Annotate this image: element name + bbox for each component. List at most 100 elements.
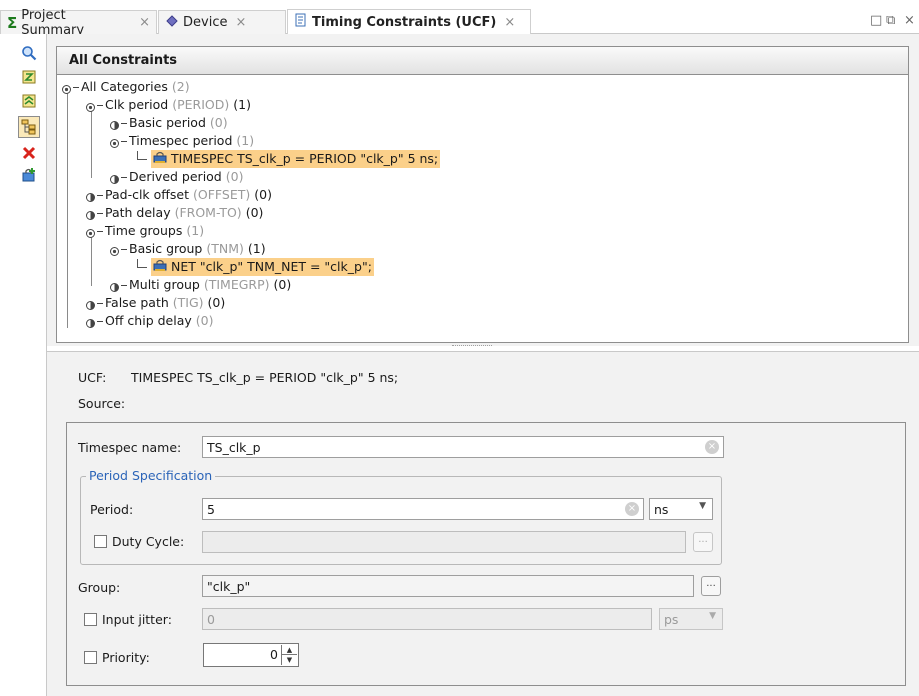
priority-spinner[interactable]: 0 ▲ ▼ [203,643,299,667]
tree-item-clk-period[interactable]: Clk period (PERIOD) (1) [85,96,251,114]
tree-item-path-delay[interactable]: Path delay (FROM-TO) (0) [85,204,263,222]
tree-item-pad-clk-offset[interactable]: Pad-clk offset (OFFSET) (0) [85,186,272,204]
tree-item-type: (PERIOD) [172,97,230,112]
tree-item-label: All Categories [81,79,168,94]
collapse-toggle-icon[interactable] [85,226,96,238]
duty-cycle-input[interactable] [202,531,686,553]
expand-toggle-icon[interactable] [109,280,120,292]
splitter-handle[interactable] [452,345,492,348]
tab-close-icon[interactable]: × [504,15,515,30]
tree-item-time-groups[interactable]: Time groups (1) [85,222,204,240]
tab-label: Timing Constraints (UCF) [312,14,497,30]
tree-item-count: (1) [186,223,205,238]
clear-icon[interactable]: × [625,502,639,516]
collapse-toggle-icon[interactable] [85,100,96,112]
tab-device[interactable]: Device × [158,10,286,34]
duty-cycle-browse-button[interactable]: ... [693,532,713,552]
group-input[interactable]: "clk_p" [202,575,694,597]
tree-item-count: (0) [195,313,214,328]
tree-item-label: Clk period [105,97,169,112]
expand-toggle-icon[interactable] [85,208,96,220]
ucf-value: TIMESPEC TS_clk_p = PERIOD "clk_p" 5 ns; [131,370,399,385]
timespec-name-input[interactable]: TS_clk_p × [202,436,724,458]
clear-icon[interactable]: × [705,440,719,454]
tab-close-icon[interactable]: × [235,15,246,30]
input-jitter-label: Input jitter: [102,612,172,627]
tree-item-label: Basic group [129,241,203,256]
expand-toggle-icon[interactable] [109,118,120,130]
tree-item-timespec-period[interactable]: Timespec period (1) [109,132,254,150]
chevron-down-icon: ▼ [709,611,716,621]
tree-item-count: (1) [236,133,255,148]
ucf-label: UCF: [78,370,107,385]
constraints-icon[interactable] [20,68,38,86]
expand-toggle-icon[interactable] [85,316,96,328]
group-browse-button[interactable]: ... [701,576,721,596]
selected-constraint[interactable]: TIMESPEC TS_clk_p = PERIOD "clk_p" 5 ns; [151,150,441,168]
tree-item-count: (0) [273,277,292,292]
input-jitter-unit-select[interactable]: ps ▼ [659,608,723,630]
tree-item-multi-group[interactable]: Multi group (TIMEGRP) (0) [109,276,291,294]
constraints-tree[interactable]: All Categories (2) Clk period (PERIOD) (… [56,74,909,343]
tree-item-count: (1) [233,97,251,112]
tree-item-basic-period[interactable]: Basic period (0) [109,114,228,132]
tree-item-count: (0) [225,169,244,184]
tree-item-count: (1) [247,241,266,256]
collapse-toggle-icon[interactable] [109,136,120,148]
restore-window-icon[interactable]: □ [870,13,882,28]
tree-connector [97,230,103,232]
spinner-down-icon[interactable]: ▼ [282,655,297,665]
tree-item-false-path[interactable]: False path (TIG) (0) [85,294,225,312]
chevron-down-icon: ▼ [699,501,706,511]
expand-toggle-icon[interactable] [85,190,96,202]
tab-close-icon[interactable]: × [139,15,150,30]
tree-item-label: Pad-clk offset [105,187,190,202]
tree-item-timespec-constraint[interactable]: TIMESPEC TS_clk_p = PERIOD "clk_p" 5 ns; [137,150,441,168]
input-jitter-checkbox[interactable] [84,613,97,626]
tree-item-type: (TIG) [172,295,204,310]
editor-tab-bar: Σ Project Summary × Device × Timing Cons… [0,0,919,38]
input-jitter-input[interactable]: 0 [202,608,652,630]
period-input[interactable]: 5 × [202,498,644,520]
lock-icon [153,150,167,168]
tree-connector [121,248,127,250]
priority-checkbox[interactable] [84,651,97,664]
delete-icon[interactable] [20,144,38,162]
expand-toggle-icon[interactable] [109,172,120,184]
tab-label: Project Summary [21,7,85,38]
source-label: Source: [78,396,126,411]
tree-guide-line [91,232,92,286]
tree-item-count: (0) [254,187,272,202]
tree-item-label: False path [105,295,169,310]
search-icon[interactable] [20,44,38,62]
close-window-icon[interactable]: × [904,13,915,28]
period-unit-select[interactable]: ns ▼ [649,498,713,520]
tree-item-label: Multi group [129,277,200,292]
tree-item-basic-group[interactable]: Basic group (TNM) (1) [109,240,266,258]
spinner-up-icon[interactable]: ▲ [282,645,297,655]
constraint-text: TIMESPEC TS_clk_p = PERIOD "clk_p" 5 ns; [171,151,439,166]
tab-timing-constraints[interactable]: Timing Constraints (UCF) × [287,9,531,34]
tree-connector [121,140,127,142]
tree-item-type: (OFFSET) [193,187,251,202]
expand-toggle-icon[interactable] [85,298,96,310]
tree-view-icon[interactable] [18,116,40,138]
collapse-toggle-icon[interactable] [61,82,72,94]
duty-cycle-checkbox[interactable] [94,535,107,548]
expand-icon[interactable] [20,92,38,110]
collapse-toggle-icon[interactable] [109,244,120,256]
tree-item-type: (FROM-TO) [174,205,242,220]
tree-item-type: (TIMEGRP) [203,277,270,292]
tree-item-derived-period[interactable]: Derived period (0) [109,168,243,186]
net-constraint[interactable]: NET "clk_p" TNM_NET = "clk_p"; [151,258,374,276]
period-unit-value: ns [654,502,669,517]
tree-item-label: Time groups [105,223,183,238]
maximize-window-icon[interactable]: ⧉ [886,13,895,28]
tree-item-off-chip-delay[interactable]: Off chip delay (0) [85,312,213,330]
tree-item-net-constraint[interactable]: NET "clk_p" TNM_NET = "clk_p"; [137,258,374,276]
add-constraint-icon[interactable] [20,166,38,184]
tab-project-summary[interactable]: Σ Project Summary × [0,8,157,38]
tree-connector [97,320,103,322]
tree-item-all-categories[interactable]: All Categories (2) [61,78,190,96]
tree-connector [73,86,79,88]
